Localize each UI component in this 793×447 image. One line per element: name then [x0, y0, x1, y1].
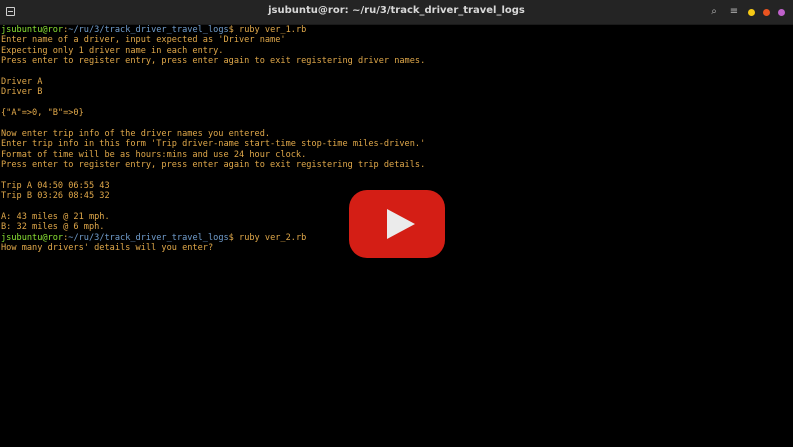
prompt-line: jsubuntu@ror:~/ru/3/track_driver_travel_… — [1, 25, 307, 35]
search-icon[interactable]: ⌕ — [708, 4, 720, 20]
video-play-button[interactable] — [349, 190, 445, 258]
output-line: Enter name of a driver, input expected a… — [1, 35, 286, 46]
window-title: jsubuntu@ror: ~/ru/3/track_driver_travel… — [268, 5, 525, 16]
maximize-button[interactable] — [763, 8, 770, 16]
prompt-path: ~/ru/3/track_driver_travel_logs — [68, 25, 229, 35]
prompt-user: jsubuntu@ror — [1, 25, 64, 35]
scrollbar[interactable] — [785, 25, 793, 445]
minimize-button[interactable] — [748, 8, 755, 16]
output-line: Format of time will be as hours:mins and… — [1, 149, 307, 160]
output-line: Driver B — [1, 87, 43, 98]
menu-icon[interactable]: ≡ — [728, 4, 740, 20]
output-line: Press enter to register entry, press ent… — [1, 56, 426, 67]
title-bar: jsubuntu@ror: ~/ru/3/track_driver_travel… — [0, 0, 793, 25]
play-icon — [387, 209, 415, 239]
output-line: Expecting only 1 driver name in each ent… — [1, 45, 224, 56]
title-actions: ⌕ ≡ — [708, 4, 785, 20]
output-line: Press enter to register entry, press ent… — [1, 160, 426, 171]
prompt-path: ~/ru/3/track_driver_travel_logs — [68, 232, 229, 243]
output-line: {"A"=>0, "B"=>0} — [1, 108, 84, 119]
terminal-window: jsubuntu@ror: ~/ru/3/track_driver_travel… — [0, 0, 793, 447]
close-button[interactable] — [778, 8, 785, 16]
output-line: Driver A — [1, 76, 43, 87]
command-text: ruby ver_2.rb — [239, 232, 307, 243]
command-text: ruby ver_1.rb — [239, 25, 307, 35]
output-line: Enter trip info in this form 'Trip drive… — [1, 139, 426, 150]
output-line: Now enter trip info of the driver names … — [1, 128, 271, 139]
prompt-user: jsubuntu@ror — [1, 232, 64, 243]
